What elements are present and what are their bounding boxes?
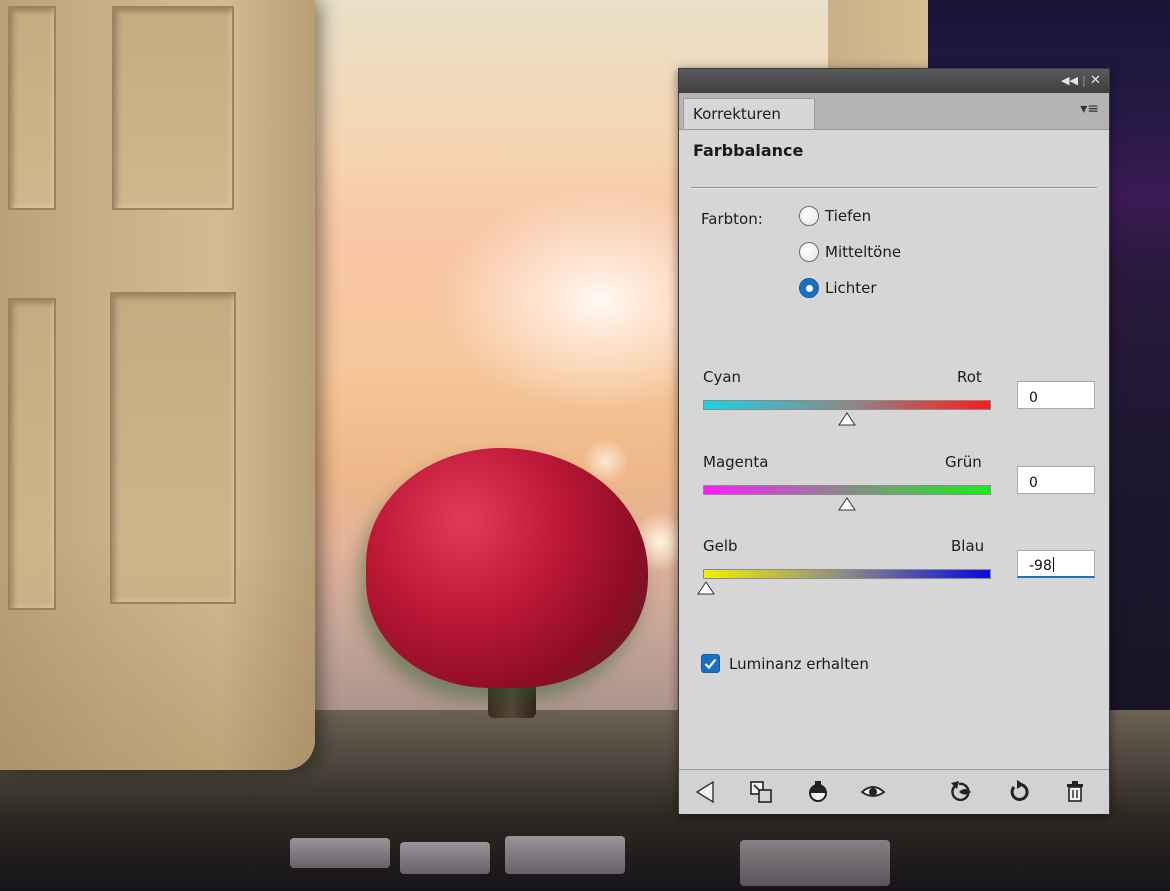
radio-mitteltoene[interactable] (799, 242, 819, 262)
slider-gelb-label: Gelb (703, 537, 738, 555)
tab-label: Korrekturen (693, 105, 781, 123)
yellow-blue-slider-track[interactable] (703, 569, 991, 579)
back-arrow-icon[interactable] (693, 778, 721, 806)
trash-icon[interactable] (1061, 778, 1089, 806)
stone (740, 840, 890, 886)
tab-row: Korrekturen ▾≡ (679, 93, 1109, 130)
view-previous-state-icon[interactable] (804, 778, 832, 806)
cyan-red-value-input[interactable] (1017, 381, 1095, 409)
cyan-red-slider-track[interactable] (703, 400, 991, 410)
slider-magenta-label: Magenta (703, 453, 769, 471)
luminance-checkbox[interactable] (701, 654, 720, 673)
text-caret (1052, 557, 1054, 572)
door-frame (828, 0, 928, 70)
radio-tiefen[interactable] (799, 206, 819, 226)
slider-rot-label: Rot (957, 368, 982, 386)
magenta-green-slider-track[interactable] (703, 485, 991, 495)
radio-label-mitteltoene: Mitteltöne (825, 243, 902, 261)
tab-korrekturen[interactable]: Korrekturen (683, 98, 815, 129)
divider (691, 187, 1097, 189)
radio-label-tiefen: Tiefen (825, 207, 872, 225)
reset-previous-icon[interactable] (947, 778, 975, 806)
clip-to-layer-icon[interactable] (747, 778, 775, 806)
panel-footer-toolbar (679, 769, 1109, 814)
radio-lichter[interactable] (799, 278, 819, 298)
adjustments-panel: ◀◀ | ✕ Korrekturen ▾≡ Farbbalance Farbto… (678, 68, 1110, 814)
close-icon[interactable]: ✕ (1090, 73, 1101, 89)
stone (290, 838, 390, 868)
stone (400, 842, 490, 874)
panel-heading: Farbbalance (693, 141, 804, 160)
panel-titlebar[interactable]: ◀◀ | ✕ (679, 69, 1109, 93)
yellow-blue-value-text: -98 (1029, 558, 1052, 574)
luminance-label: Luminanz erhalten (729, 655, 869, 673)
reset-icon[interactable] (1005, 778, 1033, 806)
yellow-blue-value-input[interactable]: -98 (1017, 550, 1095, 578)
stone (505, 836, 625, 874)
panel-menu-icon[interactable]: ▾≡ (1080, 101, 1099, 117)
tone-label: Farbton: (701, 210, 763, 228)
collapse-icon[interactable]: ◀◀ (1061, 73, 1078, 89)
visibility-eye-icon[interactable] (859, 778, 887, 806)
open-door (0, 0, 315, 770)
slider-blau-label: Blau (951, 537, 985, 555)
checkmark-icon (704, 658, 717, 670)
radio-label-lichter: Lichter (825, 279, 877, 297)
slider-gruen-label: Grün (945, 453, 982, 471)
slider-cyan-label: Cyan (703, 368, 742, 386)
magenta-green-value-input[interactable] (1017, 466, 1095, 494)
